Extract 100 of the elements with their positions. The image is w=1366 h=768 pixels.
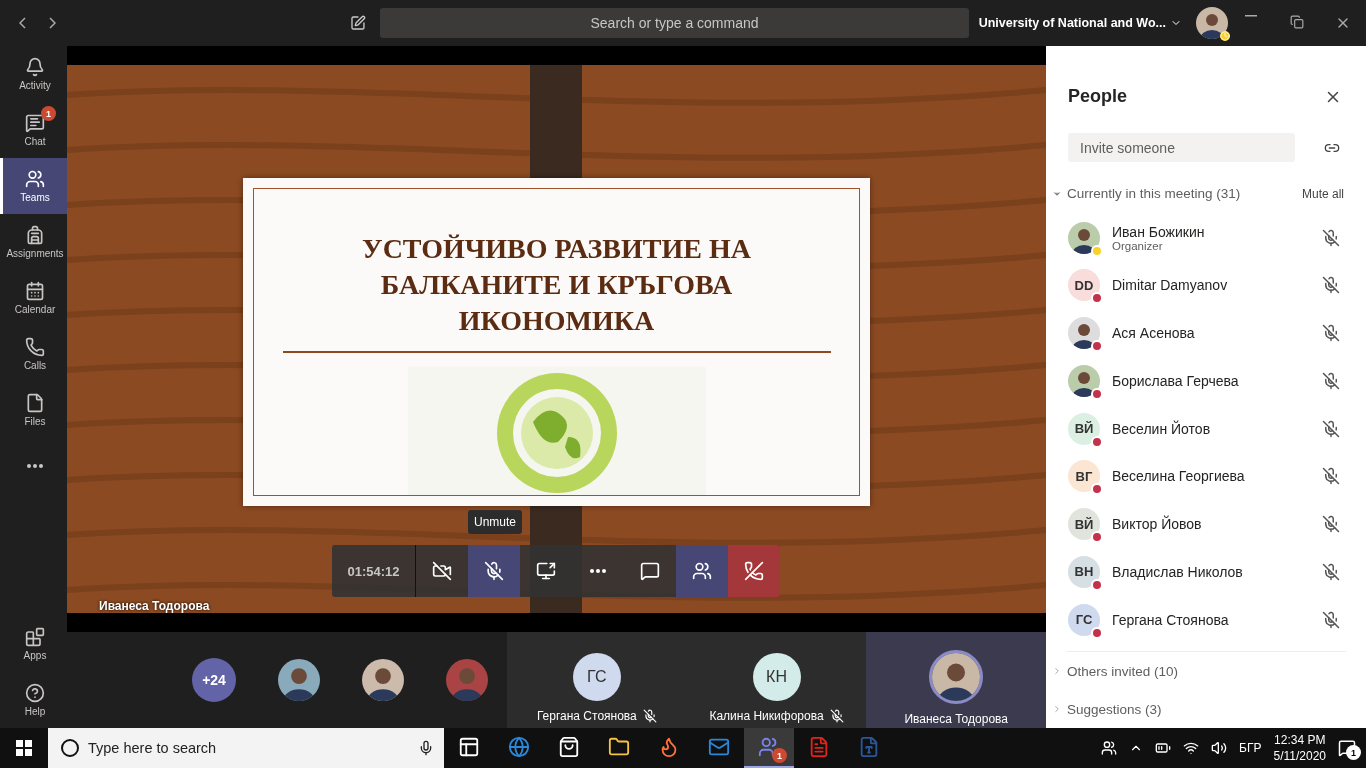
rail-item[interactable]: Help <box>0 672 67 728</box>
initials-avatar: ГС <box>1068 603 1100 636</box>
forward-icon <box>49 17 57 29</box>
volume-icon <box>1211 740 1228 756</box>
organization-switcher[interactable]: University of National and Wo... <box>978 16 1182 30</box>
mic-off-icon[interactable] <box>1322 562 1340 581</box>
participant-row[interactable]: Иван Божикин Organizer <box>1046 213 1366 262</box>
task-view-icon <box>458 736 480 758</box>
avatar-icon <box>932 653 981 701</box>
notification-count: 1 <box>1346 745 1361 760</box>
participant-row[interactable]: ВГ Веселина Георгиева <box>1046 452 1366 501</box>
initials-avatar: ВГ <box>1068 460 1100 493</box>
mic-off-icon <box>642 709 657 723</box>
avatar-icon <box>1068 364 1100 397</box>
microphone-icon <box>418 740 434 756</box>
participant-row[interactable]: DD Dimitar Damyanov <box>1046 261 1366 310</box>
participant-row[interactable]: ВЙ Виктор Йовов <box>1046 500 1366 548</box>
people-icon <box>1101 740 1118 756</box>
caret-icon <box>1052 704 1062 715</box>
rail-item[interactable]: Activity <box>0 46 67 102</box>
restore-icon <box>1290 15 1304 29</box>
initials-avatar: ВЙ <box>1068 412 1100 445</box>
participant-name: Гергана Стоянова <box>536 709 637 723</box>
browser-icon <box>508 736 530 758</box>
participant-row[interactable]: ВН Владислав Николов <box>1046 547 1366 596</box>
taskbar-app[interactable]: 1 <box>744 728 794 768</box>
folder-icon <box>608 736 630 758</box>
document-icon <box>808 736 830 758</box>
participant-name: Виктор Йовов <box>1112 516 1203 533</box>
mic-off-icon[interactable] <box>1322 228 1340 247</box>
rail-item[interactable]: Calls <box>0 326 67 382</box>
mute-all-link[interactable]: Mute all <box>1301 186 1344 201</box>
caret-icon <box>1052 666 1062 677</box>
invite-field[interactable]: Invite someone <box>1068 133 1295 162</box>
participant-name: Dimitar Damyanov <box>1112 277 1229 294</box>
calendar-icon <box>25 281 45 301</box>
mic-off-icon[interactable] <box>1322 276 1340 295</box>
backpack-icon <box>25 225 45 245</box>
section-header[interactable]: Others invited (10) <box>1052 663 1179 679</box>
rail-item[interactable]: Apps <box>0 616 67 672</box>
chat-icon <box>25 113 45 133</box>
away-icon <box>1220 31 1230 41</box>
participant-name: Веселина Георгиева <box>1112 468 1246 485</box>
phone-icon <box>25 337 45 357</box>
unread-badge: 1 <box>41 106 56 121</box>
initials-avatar: DD <box>1068 269 1100 302</box>
wifi-icon <box>1183 740 1200 756</box>
mic-off-icon[interactable] <box>1322 371 1340 390</box>
help-icon <box>25 683 45 703</box>
apps-icon <box>25 627 45 647</box>
bell-icon <box>25 57 45 77</box>
notification-icon <box>1338 739 1356 757</box>
avatar-icon <box>278 659 320 701</box>
initials-avatar: ГС <box>572 653 621 701</box>
clock[interactable]: 12:34 PM 5/11/2020 <box>1273 732 1326 764</box>
rail-item[interactable]: Chat 1 <box>0 102 67 158</box>
participant-name: Веселин Йотов <box>1112 420 1212 437</box>
mic-off-icon[interactable] <box>1322 467 1340 486</box>
participant-row[interactable]: Ася Асенова <box>1046 309 1366 357</box>
rail-item[interactable]: Files <box>0 382 67 438</box>
avatar-icon <box>362 659 404 701</box>
people-icon <box>25 169 45 189</box>
unread-badge: 1 <box>772 748 787 763</box>
participant-name: Иванеса Тодорова <box>904 712 1008 726</box>
compose-icon[interactable] <box>350 15 367 31</box>
minimize-icon <box>1245 15 1257 17</box>
avatar-icon <box>1068 317 1100 350</box>
mic-off-icon[interactable] <box>1322 610 1340 629</box>
search-field[interactable]: Search or type a command <box>380 8 969 38</box>
participant-row[interactable]: ГС Гергана Стоянова <box>1046 595 1366 644</box>
mic-off-icon[interactable] <box>1322 515 1340 534</box>
section-header[interactable]: Currently in this meeting (31) <box>1052 186 1241 202</box>
mail-icon <box>708 736 730 758</box>
section-header[interactable]: Suggestions (3) <box>1052 701 1162 717</box>
rail-item[interactable]: Calendar <box>0 270 67 326</box>
rail-item[interactable]: Assignments <box>0 214 67 270</box>
participant-name: Гергана Стоянова <box>1112 611 1230 628</box>
back-icon <box>19 17 27 29</box>
avatar-icon <box>446 659 488 701</box>
participant-row[interactable]: ВЙ Веселин Йотов <box>1046 404 1366 453</box>
battery-icon <box>1155 740 1172 756</box>
participant-name: Борислава Герчева <box>1112 372 1240 389</box>
participant-row[interactable]: Борислава Герчева <box>1046 357 1366 405</box>
participant-role: Organizer <box>1112 239 1164 252</box>
more-icon <box>27 464 43 468</box>
participant-name: Владислав Николов <box>1112 563 1244 580</box>
mic-off-icon[interactable] <box>1322 419 1340 438</box>
participant-name: Калина Никифорова <box>709 709 824 723</box>
store-icon <box>558 736 580 758</box>
rail-item[interactable]: Teams <box>0 158 67 214</box>
taskbar-search-field[interactable]: Type here to search <box>48 728 444 768</box>
participant-name: Иван Божикин <box>1112 223 1206 240</box>
avatar-icon <box>1196 7 1228 39</box>
language-indicator[interactable]: БГР <box>1239 741 1262 755</box>
overflow-count[interactable]: +24 <box>192 658 236 702</box>
mic-off-icon[interactable] <box>1322 324 1340 343</box>
search-circle-icon <box>60 738 80 758</box>
participant-name: Ася Асенова <box>1112 325 1196 342</box>
mic-off-icon <box>829 709 844 723</box>
initials-avatar: КН <box>752 653 801 701</box>
